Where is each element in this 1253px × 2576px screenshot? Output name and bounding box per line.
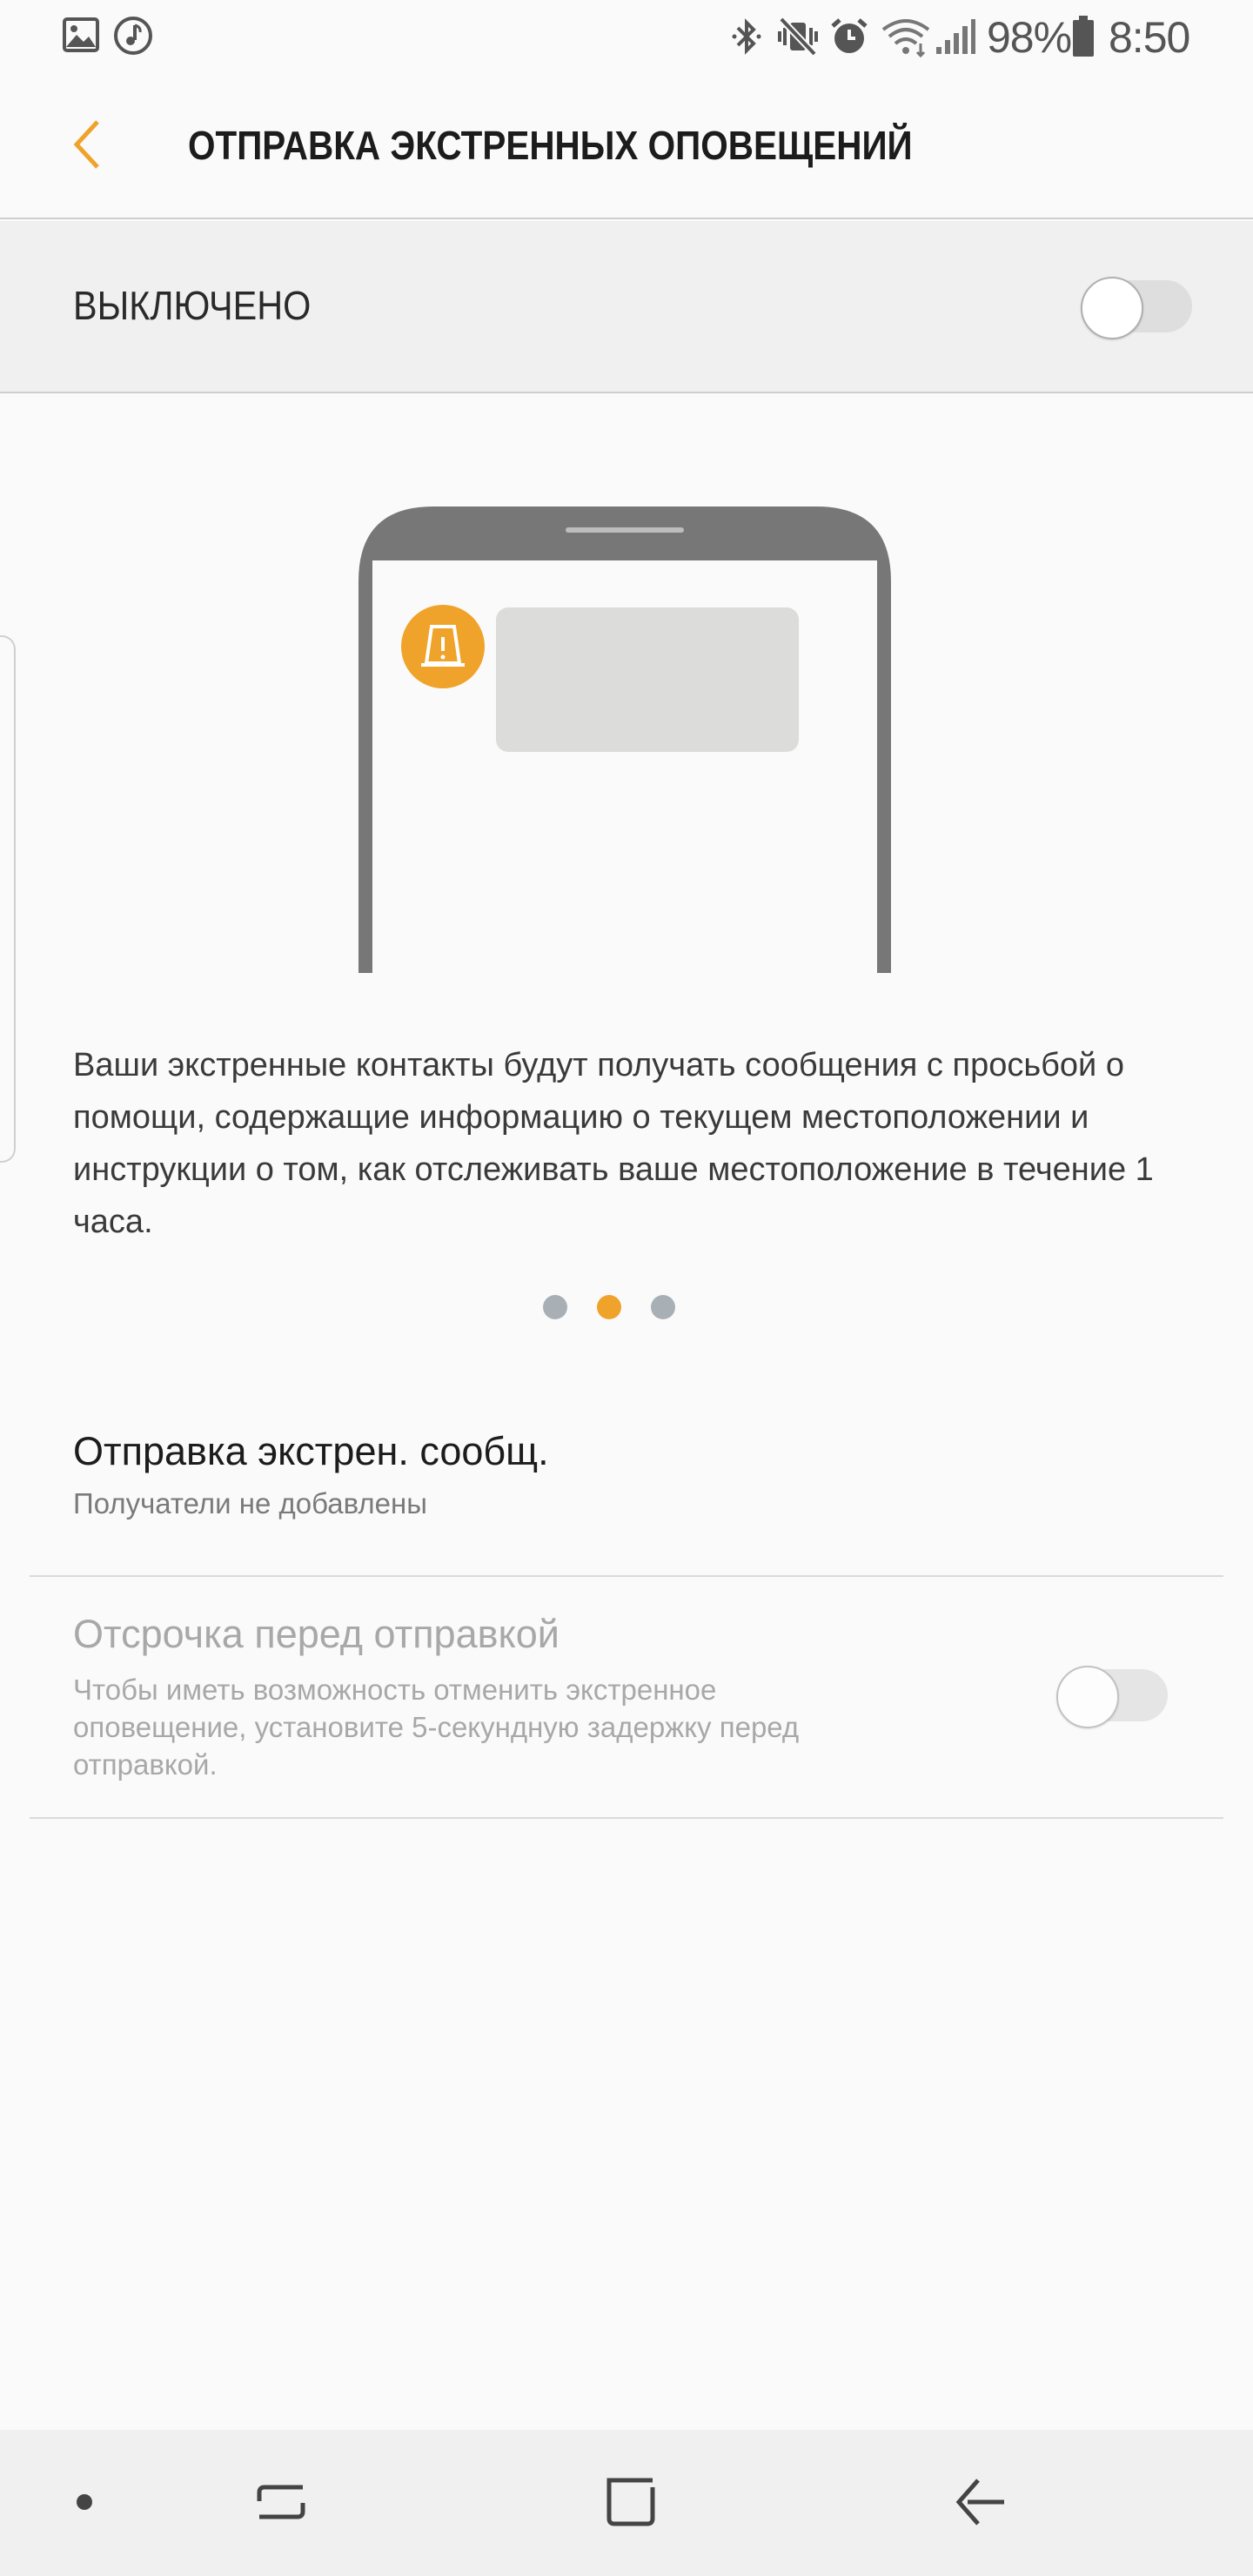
gallery-icon — [63, 17, 99, 57]
signal-icon — [935, 17, 976, 60]
dot-icon — [76, 2493, 93, 2515]
vibrate-mute-icon — [776, 16, 820, 62]
page-dot-3[interactable] — [651, 1295, 675, 1319]
send-sos-title: Отправка экстрен. сообщ. — [73, 1429, 549, 1473]
page-dot-2[interactable] — [597, 1295, 621, 1319]
countdown-toggle[interactable] — [1056, 1666, 1168, 1728]
battery-icon — [1072, 16, 1095, 62]
music-icon — [113, 16, 153, 60]
master-switch-row[interactable]: ВЫКЛЮЧЕНО — [0, 221, 1253, 393]
switch-thumb — [1056, 1666, 1119, 1728]
countdown-summary: Чтобы иметь возможность отменить экстрен… — [73, 1671, 926, 1783]
edge-panel-handle[interactable] — [0, 635, 16, 1163]
clock: 8:50 — [1109, 13, 1190, 62]
back-nav-button[interactable] — [941, 2465, 1020, 2543]
countdown-setting[interactable]: Отсрочка перед отправкой Чтобы иметь воз… — [0, 1579, 1253, 1815]
send-sos-summary: Получатели не добавлены — [73, 1487, 427, 1519]
countdown-summary-line-3: отправкой. — [73, 1748, 218, 1781]
page-indicator — [539, 1293, 679, 1321]
warning-icon — [400, 604, 486, 694]
countdown-summary-line-2: оповещение, установите 5-секундную задер… — [73, 1711, 800, 1743]
master-switch-label: ВЫКЛЮЧЕНО — [73, 283, 312, 328]
bluetooth-icon — [729, 16, 764, 62]
nav-dot-button[interactable] — [45, 2465, 124, 2543]
send-sos-setting[interactable]: Отправка экстрен. сообщ. Получатели не д… — [0, 1408, 1253, 1573]
switch-thumb — [1081, 277, 1143, 339]
back-button[interactable] — [52, 111, 122, 181]
navigation-bar — [0, 2430, 1253, 2576]
countdown-summary-line-1: Чтобы иметь возможность отменить экстрен… — [73, 1674, 717, 1706]
divider — [30, 1817, 1223, 1819]
status-bar: 98% 8:50 — [0, 0, 1253, 73]
chevron-left-icon — [70, 118, 104, 175]
divider — [30, 1575, 1223, 1577]
battery-percent: 98% — [987, 13, 1072, 62]
screen: 98% 8:50 ОТПРАВКА ЭКСТРЕННЫХ ОПОВЕЩЕНИЙ … — [0, 0, 1253, 2576]
wifi-icon — [881, 17, 931, 62]
intro-description: Ваши экстренные контакты будут получать … — [73, 1047, 1154, 1240]
intro-illustration — [358, 503, 891, 973]
home-icon — [604, 2475, 658, 2533]
app-bar: ОТПРАВКА ЭКСТРЕННЫХ ОПОВЕЩЕНИЙ — [0, 73, 1253, 219]
back-arrow-icon — [954, 2475, 1008, 2533]
page-dot-1[interactable] — [543, 1295, 567, 1319]
recents-icon — [254, 2475, 308, 2533]
home-button[interactable] — [592, 2465, 670, 2543]
master-switch-toggle[interactable] — [1081, 277, 1192, 339]
page-title: ОТПРАВКА ЭКСТРЕННЫХ ОПОВЕЩЕНИЙ — [188, 123, 913, 168]
recents-button[interactable] — [242, 2465, 320, 2543]
countdown-title: Отсрочка перед отправкой — [73, 1612, 559, 1656]
alarm-icon — [828, 16, 870, 62]
